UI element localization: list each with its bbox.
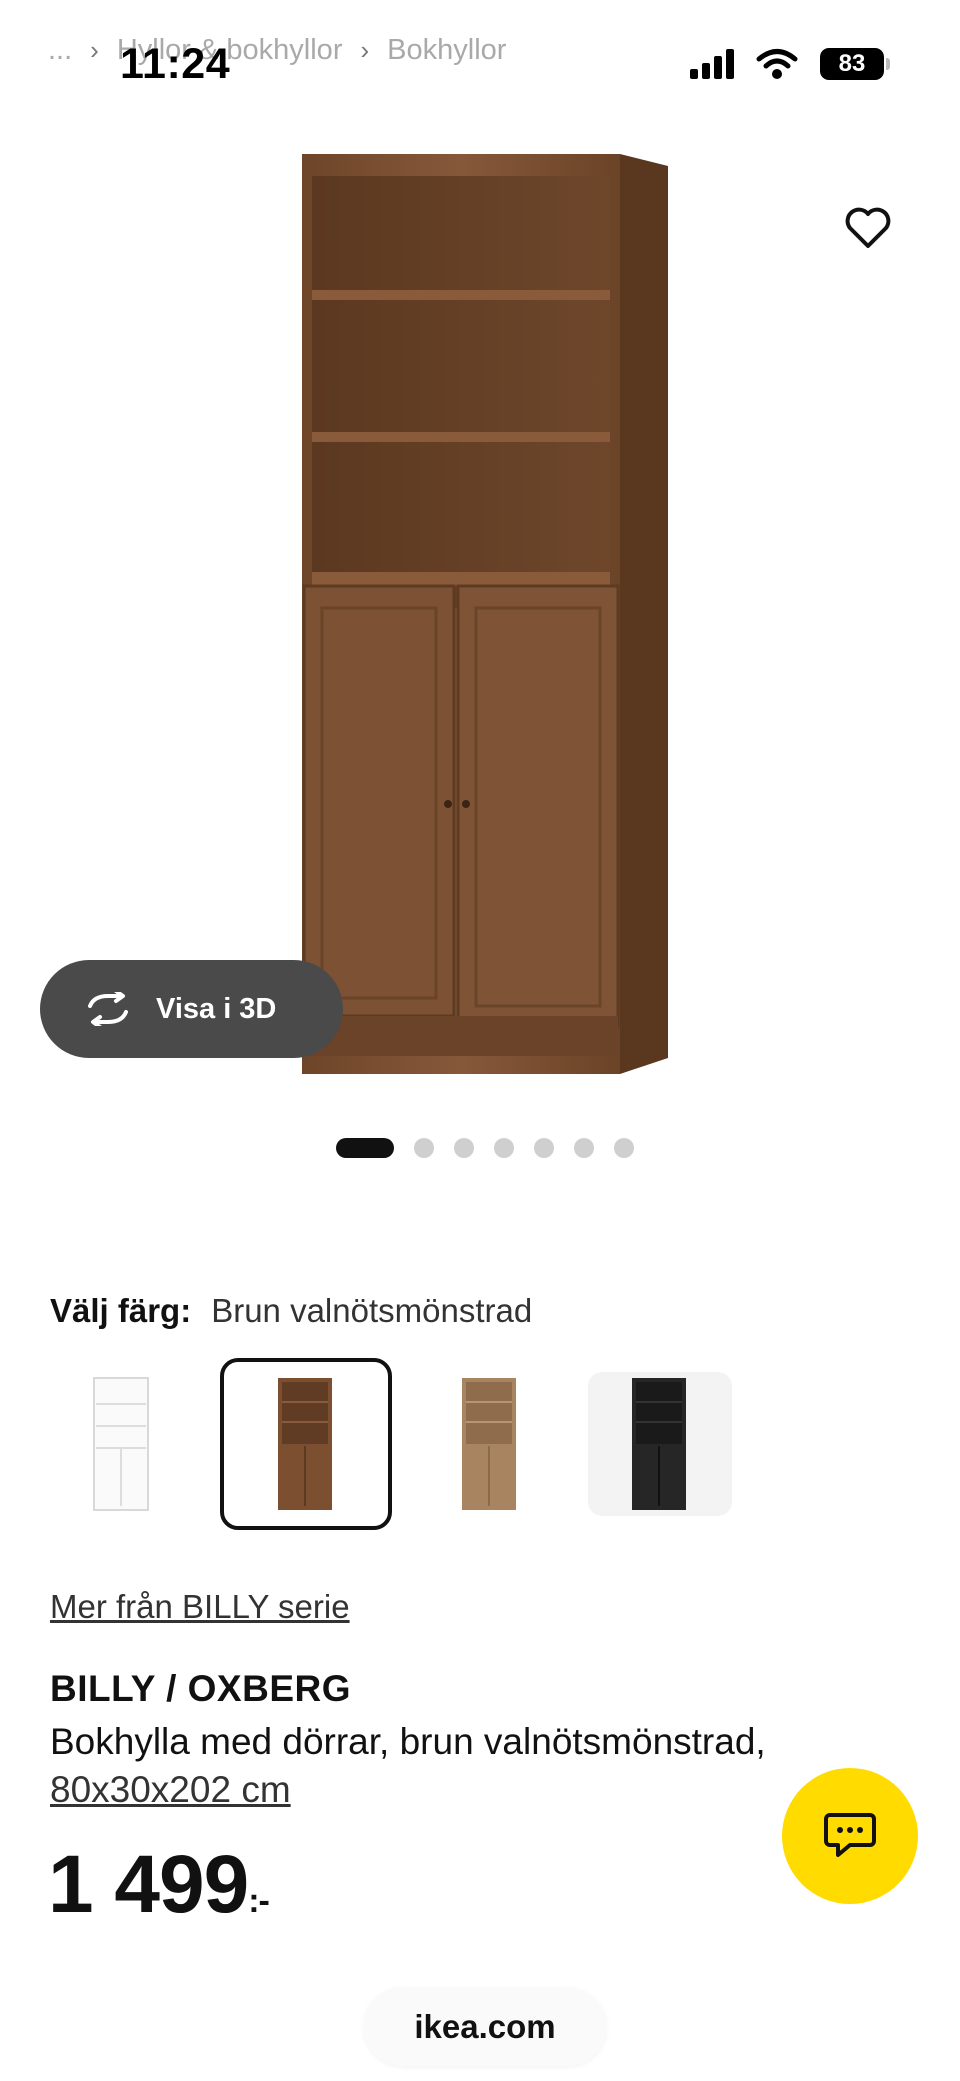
bookcase-oak-thumbnail: [462, 1378, 516, 1510]
breadcrumb: ... › Hyllor & bokhyllor › Bokhyllor: [48, 28, 506, 72]
color-selector-label: Välj färg: Brun valnötsmönstrad: [50, 1292, 532, 1330]
pagination-dot[interactable]: [574, 1138, 594, 1158]
chat-bubble-icon: [824, 1813, 876, 1857]
bookcase-white-thumbnail: [93, 1377, 149, 1511]
bookcase-walnut-thumbnail: [278, 1378, 332, 1510]
swatch-brown-walnut[interactable]: [220, 1358, 392, 1530]
status-time: 11:24: [120, 40, 231, 88]
gallery-pagination: [336, 1138, 634, 1158]
bookcase-black-thumbnail: [632, 1378, 686, 1510]
breadcrumb-ellipsis[interactable]: ...: [48, 34, 72, 67]
product-name: BILLY / OXBERG: [50, 1668, 352, 1709]
battery-icon: 83: [820, 48, 890, 80]
color-swatches: [50, 1358, 732, 1530]
chevron-right-icon: ›: [360, 34, 370, 65]
price-currency-suffix: :-: [248, 1882, 270, 1920]
view-3d-label: Visa i 3D: [156, 992, 277, 1025]
status-icons: 83: [690, 48, 890, 80]
browser-url-bar[interactable]: ikea.com: [364, 1988, 606, 2066]
price-value: 1 499: [48, 1839, 249, 1930]
color-selected-value: Brun valnötsmönstrad: [211, 1292, 533, 1329]
swatch-white[interactable]: [50, 1372, 194, 1516]
color-label-key: Välj färg:: [50, 1292, 192, 1329]
rotate-3d-icon: [88, 992, 128, 1026]
battery-level: 83: [838, 50, 866, 77]
pagination-dot[interactable]: [414, 1138, 434, 1158]
product-image[interactable]: [0, 140, 960, 1100]
chevron-right-icon: ›: [90, 34, 99, 65]
product-description: Bokhylla med dörrar, brun valnötsmönstra…: [50, 1718, 870, 1814]
pagination-dot-active[interactable]: [336, 1138, 394, 1158]
heart-icon: [845, 207, 891, 248]
swatch-oak[interactable]: [418, 1372, 562, 1516]
product-description-text: Bokhylla med dörrar, brun valnötsmönstra…: [50, 1721, 766, 1762]
product-dimensions-link[interactable]: 80x30x202 cm: [50, 1769, 291, 1810]
pagination-dot[interactable]: [494, 1138, 514, 1158]
chat-button[interactable]: [782, 1768, 918, 1904]
pagination-dot[interactable]: [534, 1138, 554, 1158]
series-link[interactable]: Mer från BILLY serie: [50, 1588, 350, 1626]
pagination-dot[interactable]: [614, 1138, 634, 1158]
product-price: 1 499:-: [48, 1838, 270, 1932]
pagination-dot[interactable]: [454, 1138, 474, 1158]
wifi-icon: [756, 49, 798, 79]
cellular-signal-icon: [690, 49, 734, 79]
breadcrumb-item-bookcases[interactable]: Bokhyllor: [387, 34, 506, 67]
view-3d-button[interactable]: Visa i 3D: [40, 960, 343, 1058]
favorite-button[interactable]: [832, 192, 904, 264]
swatch-black[interactable]: [588, 1372, 732, 1516]
